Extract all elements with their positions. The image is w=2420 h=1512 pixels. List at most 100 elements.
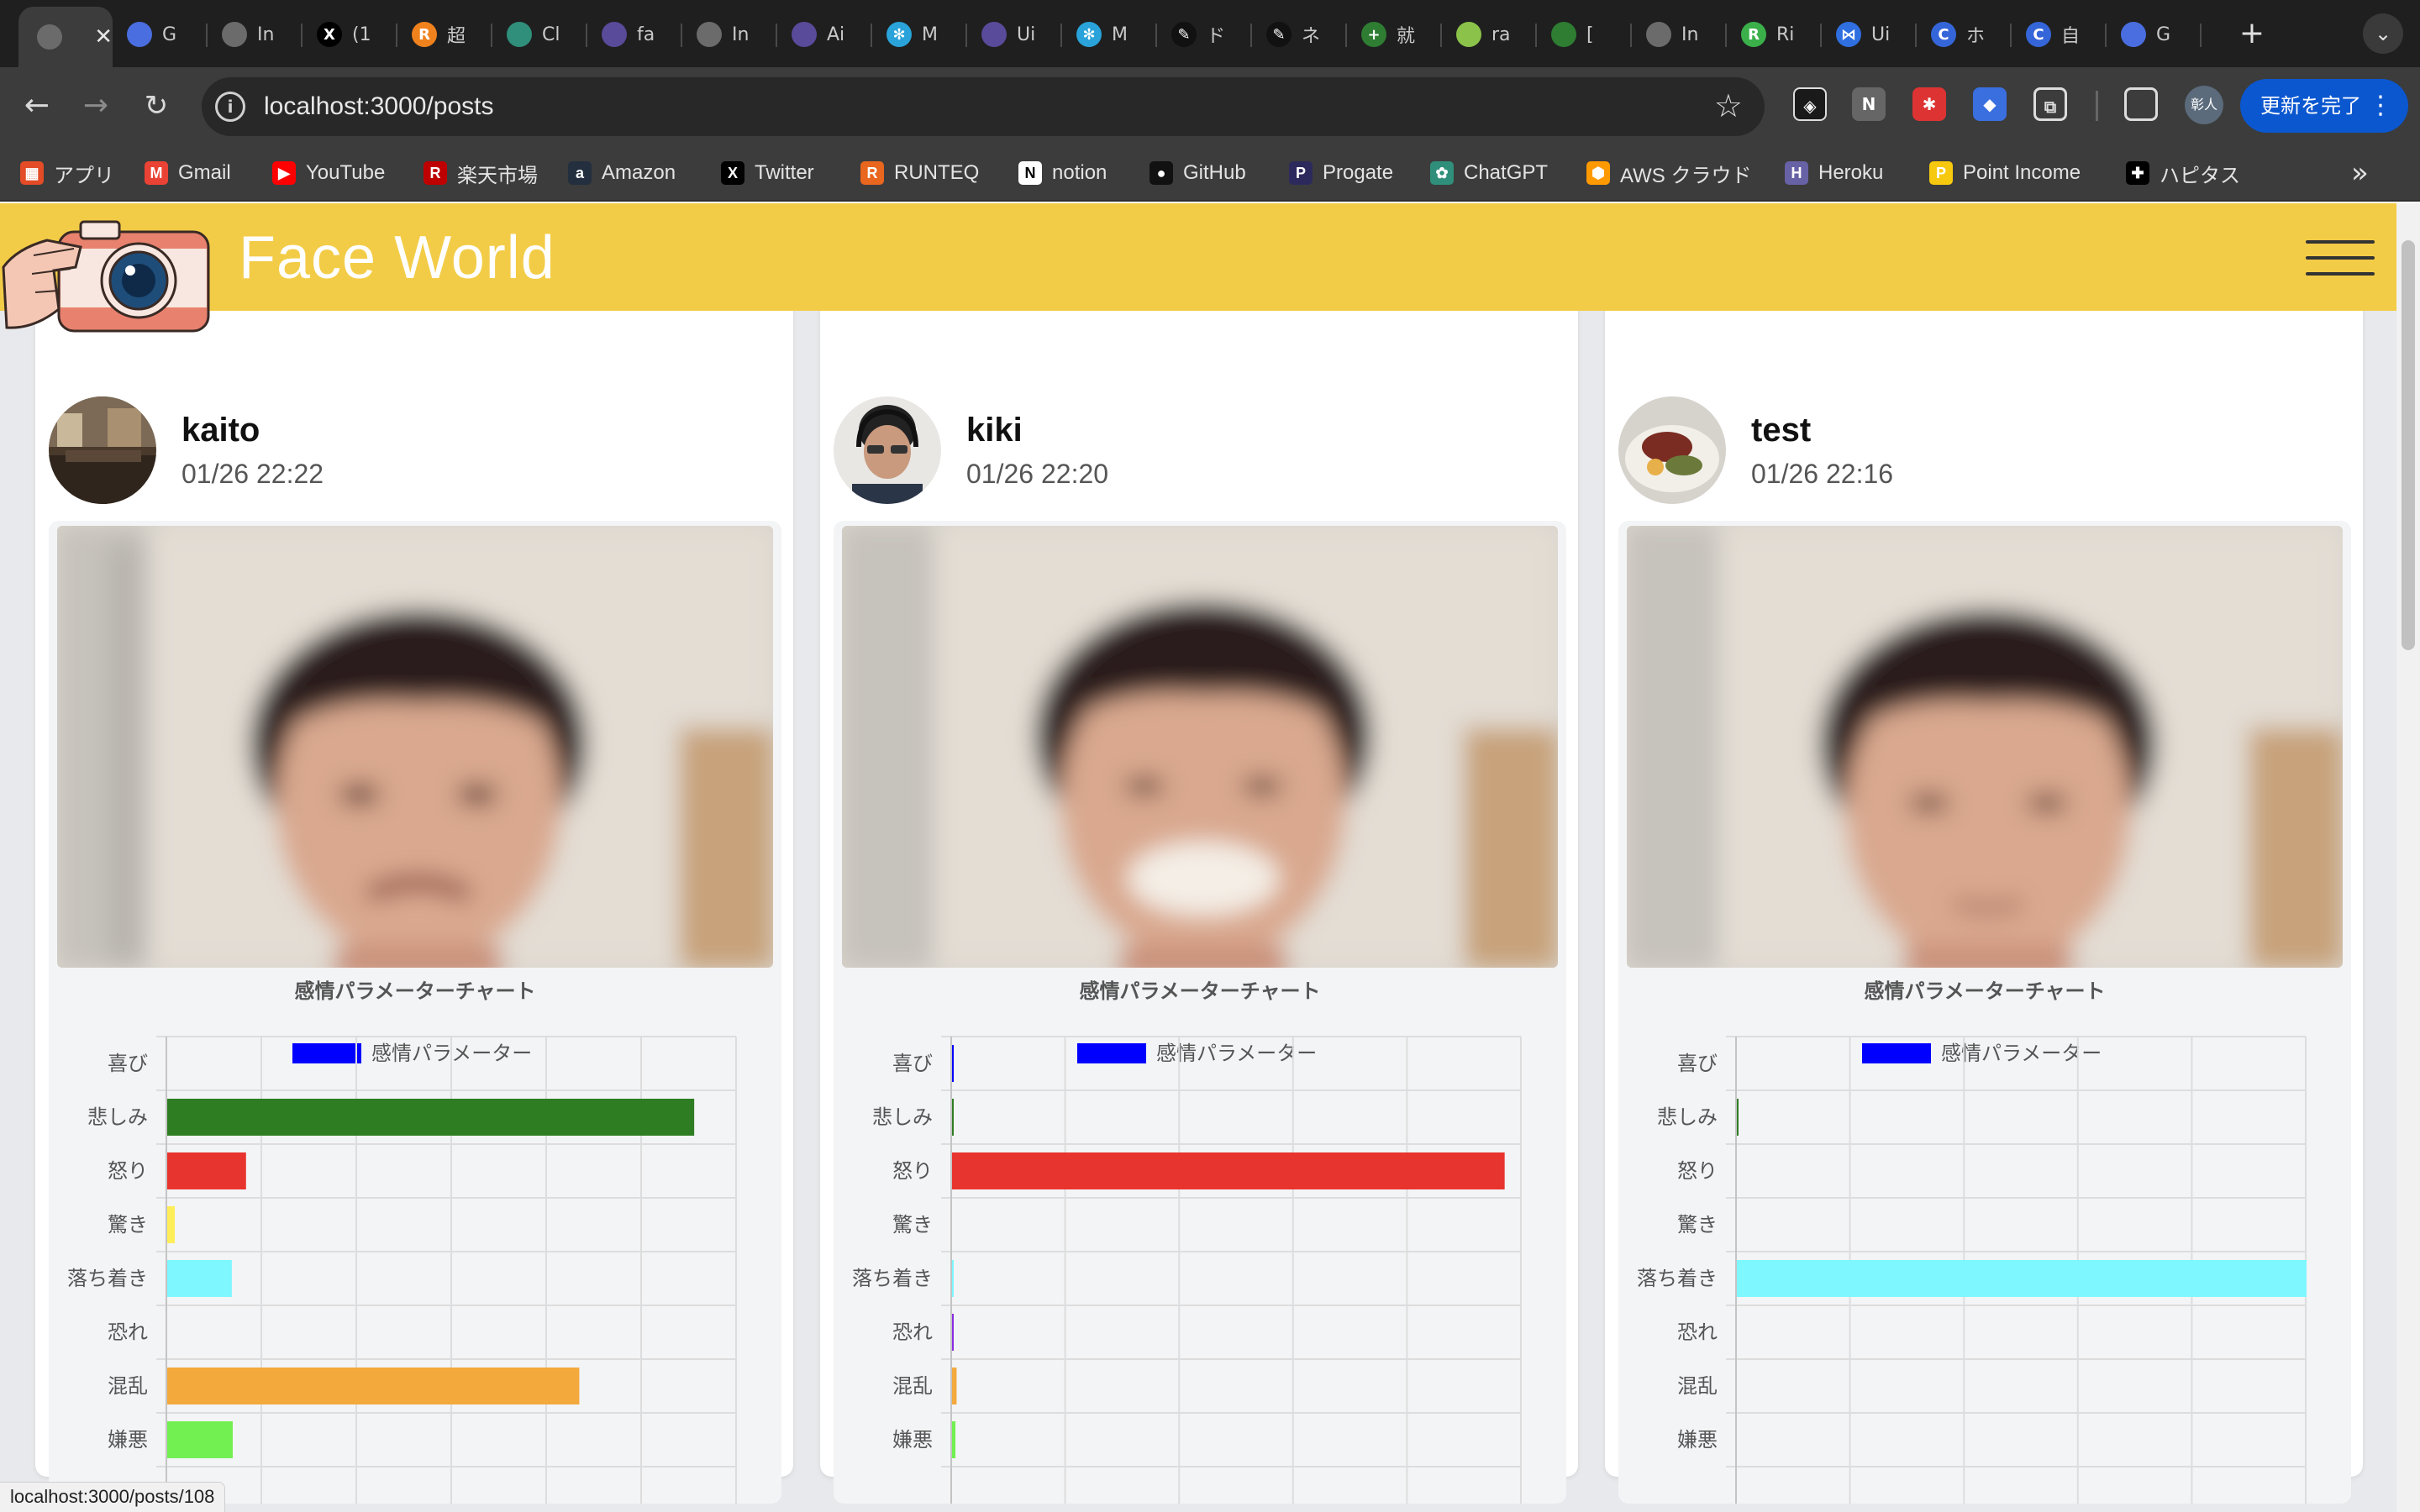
browser-tab[interactable]: ✻ M <box>873 15 967 54</box>
browser-tab[interactable]: G <box>113 15 208 54</box>
browser-tab[interactable]: + 就 <box>1348 15 1442 54</box>
browser-tab[interactable]: ✎ ド <box>1158 15 1252 54</box>
bookmark-item[interactable]: ▶ YouTube <box>272 158 385 188</box>
browser-tab[interactable]: ✻ M <box>1063 15 1157 54</box>
browser-tab[interactable]: Cホ <box>1918 15 2012 54</box>
extensions-puzzle-icon[interactable]: ⧉ <box>2033 87 2067 121</box>
browser-tab[interactable]: In <box>1633 15 1727 54</box>
browser-tab[interactable]: Ai <box>778 15 872 54</box>
y-category-label: 喜び <box>892 1052 933 1075</box>
browser-tab[interactable]: Cl <box>493 15 587 54</box>
address-bar[interactable]: i localhost:3000/posts ☆ <box>202 77 1765 136</box>
bookmark-item[interactable]: R 楽天市場 <box>424 158 538 188</box>
tab-title: ネ <box>1302 26 1321 47</box>
bookmark-label: ChatGPT <box>1464 161 1549 184</box>
bookmarks-overflow-icon[interactable]: » <box>2351 156 2369 190</box>
browser-tab[interactable]: Ui <box>968 15 1062 54</box>
emotion-bar <box>952 1421 956 1458</box>
tab-title: G <box>2156 24 2171 45</box>
bookmark-item[interactable]: X Twitter <box>721 158 814 188</box>
tab-search-button[interactable]: ⌄ <box>2363 13 2403 54</box>
post-body: 感情パラメーターチャート感情パラメーター02,0004,0006,0008,00… <box>834 521 1566 1504</box>
square-app-icon <box>1456 22 1481 47</box>
youtube-icon: ▶ <box>272 161 296 185</box>
y-category-label: 嫌悪 <box>892 1428 933 1452</box>
y-category-label: 恐れ <box>1677 1320 1718 1344</box>
post-card[interactable]: kiki 01/26 22:20 感情パラメーターチャート 感情パラメーター 喜… <box>820 287 1578 1504</box>
browser-tab[interactable]: C自 <box>2012 15 2107 54</box>
bookmark-item[interactable]: Nnotion <box>1018 158 1107 188</box>
bookmark-item[interactable]: H Heroku <box>1785 158 1883 188</box>
emotion-bar <box>167 1260 232 1297</box>
side-panel-icon[interactable] <box>2124 87 2158 121</box>
browser-tab[interactable]: ✕ <box>18 7 113 67</box>
browser-tab[interactable]: R Ri <box>1728 15 1822 54</box>
scrollbar-thumb[interactable] <box>2402 240 2415 650</box>
update-button[interactable]: 更新を完了 ⋮ <box>2240 79 2408 133</box>
bookmark-item[interactable]: ✚ ハピタス <box>2126 158 2240 188</box>
bookmark-item[interactable]: M Gmail <box>145 158 231 188</box>
tab-title: 超 <box>447 26 466 47</box>
post-body: 感情パラメーターチャート感情パラメーター02,0004,0006,0008,00… <box>1618 521 2351 1504</box>
profile-avatar[interactable]: 彰人 <box>2185 86 2223 124</box>
browser-tab[interactable]: G <box>2107 15 2202 54</box>
bookmark-item[interactable]: ● GitHub <box>1150 158 1246 188</box>
bookmark-item[interactable]: ▦ アプリ <box>20 158 114 188</box>
bookmark-item[interactable]: ✿ ChatGPT <box>1430 158 1548 188</box>
bookmark-label: ハピタス <box>2160 164 2240 187</box>
extension-shield-icon[interactable]: ◈ <box>1793 87 1827 121</box>
browser-tab[interactable]: ra <box>1443 15 1537 54</box>
browser-tab[interactable]: R超 <box>398 15 492 54</box>
menu-dots-icon[interactable]: ⋮ <box>2368 79 2393 133</box>
bookmark-item[interactable]: a Amazon <box>568 158 676 188</box>
bookmark-item[interactable]: P Progate <box>1289 158 1393 188</box>
post-card[interactable]: test 01/26 22:16 感情パラメーターチャート 感情パラメーター 喜… <box>1605 287 2363 1504</box>
post-username[interactable]: test <box>1751 412 1811 449</box>
user-avatar[interactable] <box>49 396 156 504</box>
user-avatar[interactable] <box>1618 396 1726 504</box>
browser-tab[interactable]: fa <box>588 15 682 54</box>
emotion-bar <box>1737 1260 2307 1297</box>
user-avatar[interactable] <box>834 396 941 504</box>
site-info-icon[interactable]: i <box>215 92 245 122</box>
tab-title: ra <box>1491 24 1511 45</box>
back-button[interactable]: ← <box>17 86 57 126</box>
browser-tab[interactable]: [ <box>1538 15 1632 54</box>
browser-tab[interactable]: ⋈ Ui <box>1823 15 1917 54</box>
page-scrollbar[interactable] <box>2396 203 2420 1512</box>
new-tab-button[interactable]: + <box>2233 15 2270 52</box>
bookmark-label: AWS クラウド <box>1620 164 1752 187</box>
camera-logo-icon[interactable] <box>0 215 218 341</box>
post-photo[interactable] <box>1627 526 2343 968</box>
reload-button[interactable]: ↻ <box>136 86 176 126</box>
extension-bug-icon[interactable]: ✱ <box>1912 87 1946 121</box>
notion-icon: N <box>1018 161 1042 185</box>
bookmark-label: notion <box>1052 161 1107 184</box>
close-tab-icon[interactable]: ✕ <box>94 24 113 50</box>
tab-divider <box>1820 24 1822 47</box>
link-status-bar: localhost:3000/posts/108 <box>0 1482 226 1512</box>
hamburger-menu-icon[interactable] <box>2306 240 2375 276</box>
bookmark-item[interactable]: ⬢ AWS クラウド <box>1586 158 1751 188</box>
browser-tab[interactable]: In <box>683 15 777 54</box>
tab-divider <box>1060 24 1062 47</box>
browser-tab[interactable]: ✎ ネ <box>1253 15 1347 54</box>
post-photo[interactable] <box>57 526 773 968</box>
tab-divider <box>491 24 492 47</box>
post-username[interactable]: kiki <box>966 412 1023 449</box>
browser-tab[interactable]: X (1 <box>303 15 397 54</box>
tab-title: In <box>257 24 275 45</box>
forward-button[interactable]: → <box>76 86 116 126</box>
url-text[interactable]: localhost:3000/posts <box>264 92 494 121</box>
post-username[interactable]: kaito <box>182 412 260 449</box>
bookmark-item[interactable]: R RUNTEQ <box>860 158 979 188</box>
post-card[interactable]: kaito 01/26 22:22 感情パラメーターチャート 感情パラメーター … <box>35 287 793 1504</box>
extension-blue-icon[interactable]: ◆ <box>1973 87 2007 121</box>
browser-tab[interactable]: In <box>208 15 302 54</box>
site-brand[interactable]: Face World <box>239 223 555 292</box>
bookmark-item[interactable]: P Point Income <box>1929 158 2081 188</box>
bookmark-star-icon[interactable]: ☆ <box>1714 87 1743 124</box>
share-icon: ⋈ <box>1836 22 1861 47</box>
extension-nl-icon[interactable]: N <box>1852 87 1886 121</box>
post-photo[interactable] <box>842 526 1558 968</box>
